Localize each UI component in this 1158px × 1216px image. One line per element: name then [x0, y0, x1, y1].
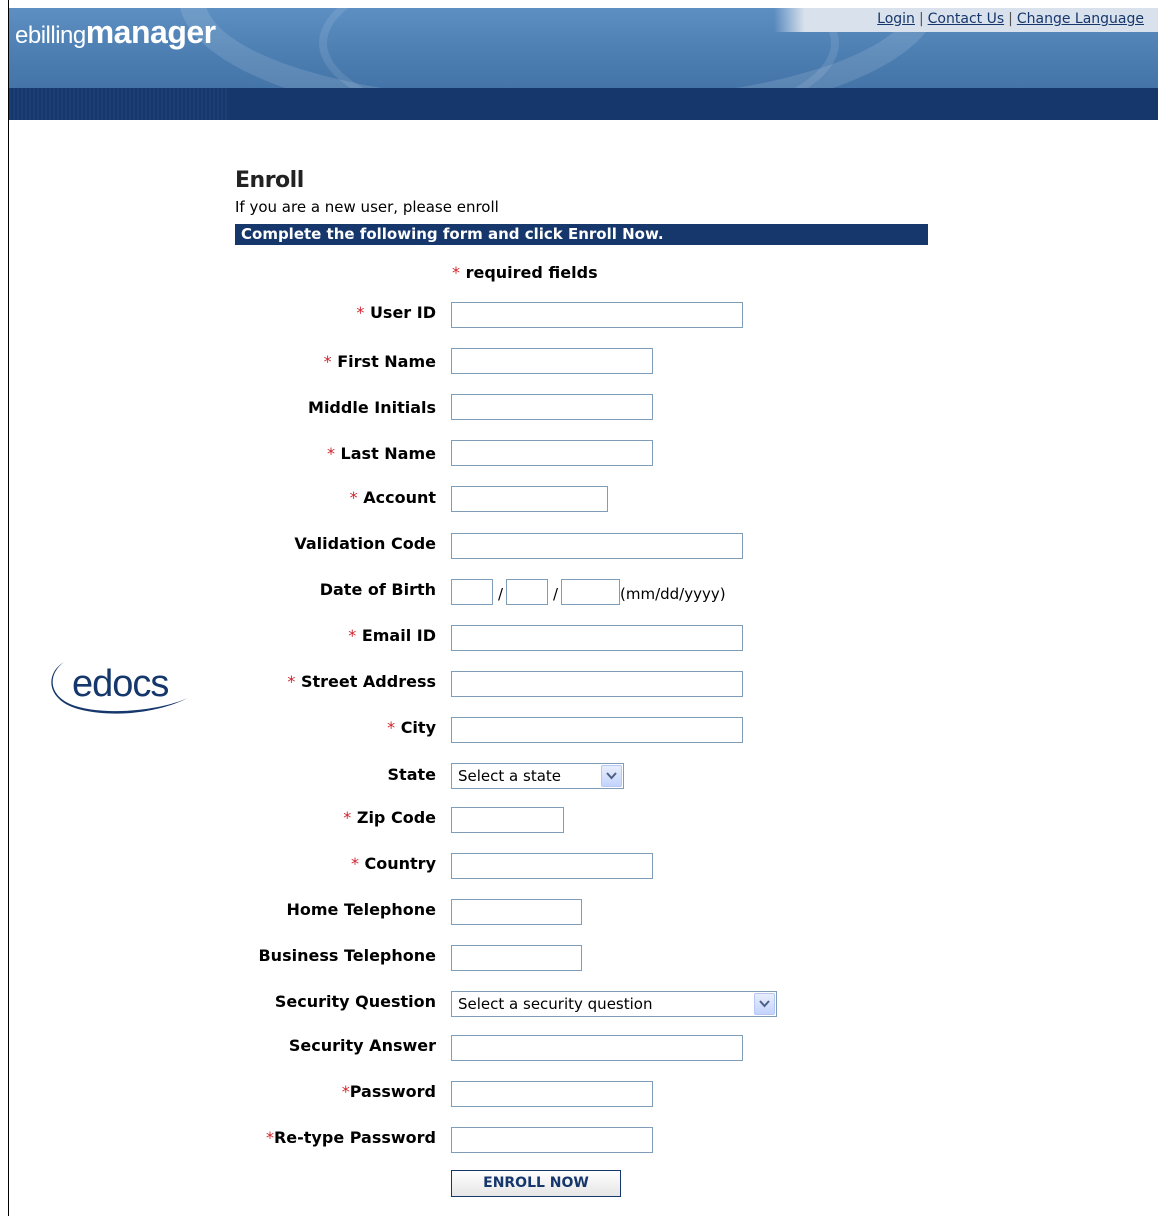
- last-name-label-text: Last Name: [340, 444, 436, 463]
- email-id-label-text: Email ID: [361, 626, 436, 645]
- window-left-border: [0, 0, 9, 1216]
- security-answer-input[interactable]: [451, 1035, 743, 1061]
- city-label: * City: [387, 718, 436, 737]
- first-name-input[interactable]: [451, 348, 653, 374]
- last-name-input[interactable]: [451, 440, 653, 466]
- link-separator: |: [918, 11, 924, 27]
- required-fields-note: * required fields: [452, 263, 598, 282]
- street-address-input[interactable]: [451, 671, 743, 697]
- required-star: *: [348, 626, 357, 645]
- page-title: Enroll: [235, 168, 304, 193]
- edocs-logo-text: edocs: [72, 663, 168, 705]
- business-telephone-label: Business Telephone: [258, 946, 436, 965]
- chevron-down-icon[interactable]: [601, 765, 622, 787]
- account-label-text: Account: [363, 488, 436, 507]
- required-star: *: [356, 303, 365, 322]
- first-name-label-text: First Name: [337, 352, 436, 371]
- first-name-label: * First Name: [324, 352, 436, 371]
- contact-us-link[interactable]: Contact Us: [928, 11, 1004, 27]
- header-nav-bar-texture: [9, 88, 229, 120]
- retype-password-label-text: Re-type Password: [273, 1128, 436, 1147]
- page-subtitle: If you are a new user, please enroll: [235, 198, 499, 216]
- required-star: *: [452, 263, 460, 282]
- window-top-border: [0, 0, 1158, 8]
- dob-year-input[interactable]: [561, 579, 620, 605]
- form-instruction-bar: Complete the following form and click En…: [235, 224, 928, 245]
- account-label: * Account: [350, 488, 436, 507]
- country-label-text: Country: [364, 854, 436, 873]
- city-label-text: City: [400, 718, 436, 737]
- retype-password-label: *Re-type Password: [266, 1128, 436, 1147]
- city-input[interactable]: [451, 717, 743, 743]
- middle-initials-input[interactable]: [451, 394, 653, 420]
- security-answer-label: Security Answer: [288, 1036, 436, 1055]
- logo-text-manager: manager: [85, 14, 216, 50]
- ebillingmanager-logo: ebillingmanager: [15, 14, 216, 51]
- password-label: *Password: [342, 1082, 436, 1101]
- home-telephone-input[interactable]: [451, 899, 582, 925]
- security-question-select-value: Select a security question: [458, 995, 653, 1013]
- user-id-label-text: User ID: [369, 303, 436, 322]
- edocs-logo: edocs: [51, 662, 188, 714]
- dob-day-input[interactable]: [506, 579, 548, 605]
- home-telephone-label: Home Telephone: [286, 900, 436, 919]
- zip-code-label-text: Zip Code: [356, 808, 436, 827]
- validation-code-label: Validation Code: [294, 534, 436, 553]
- dob-separator: /: [498, 585, 504, 603]
- required-star: *: [349, 488, 358, 507]
- zip-code-label: * Zip Code: [343, 808, 436, 827]
- zip-code-input[interactable]: [451, 807, 564, 833]
- country-label: * Country: [351, 854, 436, 873]
- state-label: State: [387, 765, 436, 784]
- dob-separator: /: [553, 585, 559, 603]
- required-star: *: [265, 1128, 274, 1147]
- security-question-label: Security Question: [274, 992, 436, 1011]
- required-star: *: [350, 854, 359, 873]
- header-nav-bar: [9, 88, 1158, 120]
- required-star: *: [326, 444, 335, 463]
- link-separator: |: [1008, 11, 1013, 27]
- required-star: *: [387, 718, 396, 737]
- validation-code-input[interactable]: [451, 533, 743, 559]
- street-address-label: * Street Address: [287, 672, 436, 691]
- security-question-select[interactable]: Select a security question: [451, 991, 777, 1017]
- user-id-input[interactable]: [451, 302, 743, 328]
- state-select[interactable]: Select a state: [451, 763, 624, 789]
- required-fields-text: required fields: [465, 263, 598, 282]
- top-links: Login | Contact Us | Change Language: [774, 8, 1158, 32]
- required-star: *: [341, 1082, 350, 1101]
- change-language-link[interactable]: Change Language: [1017, 11, 1144, 27]
- street-address-label-text: Street Address: [300, 672, 436, 691]
- email-id-input[interactable]: [451, 625, 743, 651]
- user-id-label: * User ID: [356, 303, 436, 322]
- enroll-now-button[interactable]: ENROLL NOW: [451, 1170, 621, 1197]
- retype-password-input[interactable]: [451, 1127, 653, 1153]
- required-star: *: [287, 672, 296, 691]
- required-star: *: [343, 808, 352, 827]
- required-star: *: [323, 352, 332, 371]
- account-input[interactable]: [451, 486, 608, 512]
- email-id-label: * Email ID: [348, 626, 436, 645]
- logo-text-ebilling: ebilling: [15, 22, 86, 49]
- dob-format-hint: (mm/dd/yyyy): [620, 585, 726, 603]
- chevron-down-icon[interactable]: [754, 993, 775, 1015]
- login-link[interactable]: Login: [877, 11, 915, 27]
- password-label-text: Password: [349, 1082, 436, 1101]
- dob-month-input[interactable]: [451, 579, 493, 605]
- middle-initials-label: Middle Initials: [308, 398, 436, 417]
- last-name-label: * Last Name: [327, 444, 436, 463]
- state-select-value: Select a state: [458, 767, 562, 785]
- date-of-birth-label: Date of Birth: [319, 580, 436, 599]
- country-input[interactable]: [451, 853, 653, 879]
- header-banner: ebillingmanager Login | Contact Us | Change …: [9, 8, 1158, 120]
- business-telephone-input[interactable]: [451, 945, 582, 971]
- password-input[interactable]: [451, 1081, 653, 1107]
